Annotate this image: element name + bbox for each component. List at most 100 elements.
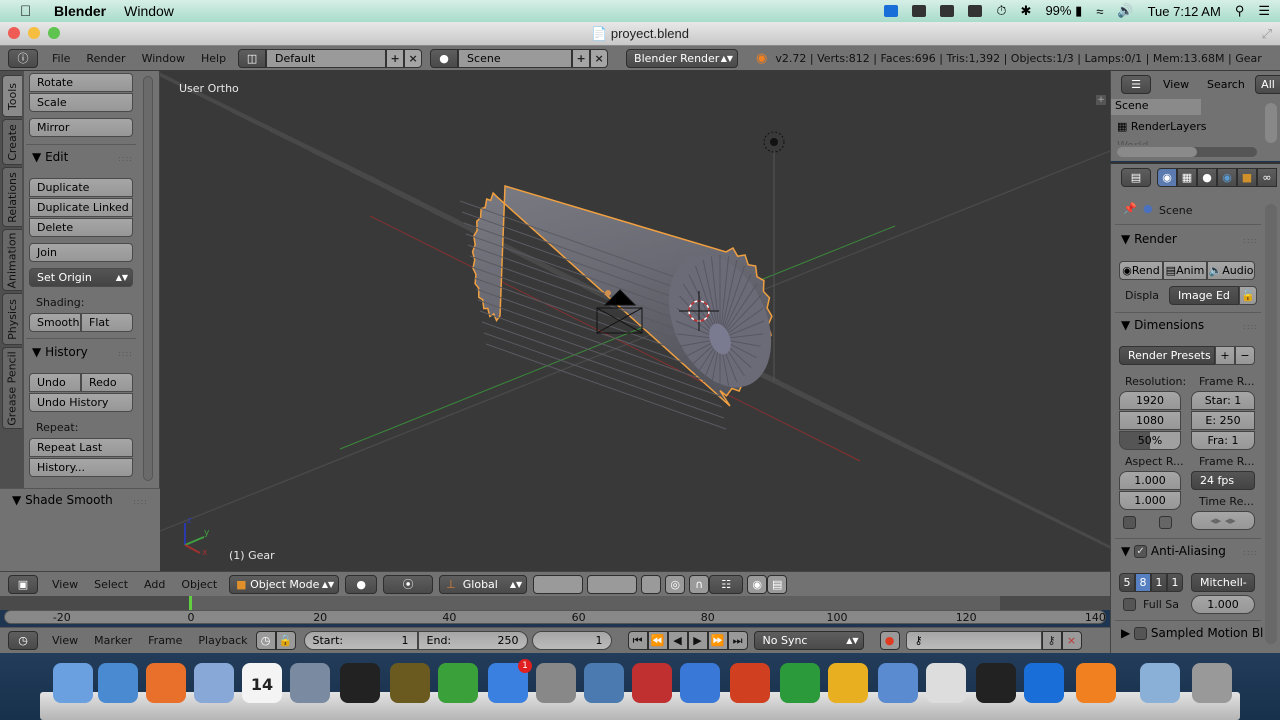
dock-icon-calendar[interactable]: 14 [242, 663, 282, 703]
sync-mode-select[interactable]: No Sync ▲▼ [753, 631, 864, 650]
apple-menu-icon[interactable]:  [20, 3, 36, 20]
scale-button[interactable]: Scale [29, 93, 133, 112]
battery-status[interactable]: 99% ▮ [1045, 3, 1082, 19]
transform-orientation-select[interactable]: ⊥ Global ▲▼ [439, 574, 528, 594]
properties-scrollbar[interactable] [1265, 204, 1277, 644]
timeline-ruler[interactable]: -40-200204060801001201401601802002202402… [4, 610, 1235, 624]
render-panel-header[interactable]: ▼ Render [1121, 232, 1177, 246]
printer-tray-icon[interactable] [940, 5, 955, 17]
scene-icon[interactable]: ● [430, 48, 459, 68]
repeat-last-button[interactable]: Repeat Last [29, 438, 133, 457]
viewport-shading-select[interactable]: ● [345, 574, 378, 594]
mode-select[interactable]: ■ Object Mode ▲▼ [229, 574, 340, 594]
properties-toggle-icon[interactable]: + [1096, 95, 1106, 105]
crop-checkbox[interactable] [1159, 516, 1172, 529]
tab-physics[interactable]: Physics [2, 293, 22, 345]
clock[interactable]: Tue 7:12 AM [1148, 4, 1221, 19]
screen-layout-field[interactable]: Default [266, 48, 387, 68]
scene-field[interactable]: Scene [458, 48, 573, 68]
render-audio-button[interactable]: 🔈 Audio [1207, 261, 1255, 280]
start-frame-field[interactable]: Start: 1 [303, 631, 418, 650]
snap-element-select[interactable]: ☷ [709, 574, 744, 594]
outliner-hscroll[interactable] [1117, 147, 1257, 157]
dock-icon-downloader[interactable] [878, 663, 918, 703]
render-animation-button[interactable]: ▤ Anim [1163, 261, 1207, 280]
outliner-menu-view[interactable]: View [1163, 78, 1189, 91]
tab-tools[interactable]: Tools [2, 75, 22, 117]
dock-icon-app-store[interactable]: 1 [488, 659, 532, 703]
undo-button[interactable]: Undo [29, 373, 81, 392]
delete-scene-button[interactable]: × [590, 48, 609, 68]
dock-icon-printer[interactable] [926, 663, 966, 703]
world-context-tab[interactable]: ◉ [1217, 168, 1237, 187]
pin-icon[interactable]: 📌 [1123, 202, 1137, 215]
dock-icon-2x-client[interactable] [584, 663, 624, 703]
delete-screen-button[interactable]: × [404, 48, 423, 68]
tab-grease-pencil[interactable]: Grease Pencil [2, 347, 22, 429]
wifi-icon[interactable]: ≈ [1096, 4, 1103, 19]
dock-icon-teamviewer[interactable] [1024, 663, 1064, 703]
end-frame-field[interactable]: End: 250 [417, 631, 528, 650]
snap-magnet-icon[interactable]: ∩ [689, 574, 710, 594]
drag-handle-icon[interactable]: :::: [133, 497, 148, 506]
undo-history-button[interactable]: Undo History [29, 393, 133, 412]
join-button[interactable]: Join [29, 243, 133, 262]
aspect-x-field[interactable]: 1.000 [1119, 471, 1181, 490]
dock-icon-radar[interactable] [390, 663, 430, 703]
dock-icon-terminal[interactable] [340, 663, 380, 703]
dock-icon-parallels[interactable] [632, 663, 672, 703]
render-context-tab[interactable]: ◉ [1157, 168, 1177, 187]
spotlight-icon[interactable]: ⚲ [1235, 3, 1245, 19]
frame-end-field[interactable]: E: 250 [1191, 411, 1255, 430]
dock-icon-system-preferences[interactable] [536, 663, 576, 703]
duplicate-button[interactable]: Duplicate [29, 178, 133, 197]
dock-icon-excel[interactable] [780, 663, 820, 703]
jump-end-icon[interactable]: ⏭ [727, 631, 748, 650]
keying-set-field[interactable]: ⚷ [905, 631, 1042, 650]
history-panel-header[interactable]: ▼ History [32, 345, 88, 359]
filter-size-field[interactable]: 1.000 [1191, 595, 1255, 614]
render-animation-icon[interactable]: ▤ [767, 574, 788, 594]
dock-icon-word[interactable] [680, 663, 720, 703]
record-button[interactable]: ● [879, 631, 900, 650]
full-sample-checkbox[interactable] [1123, 598, 1136, 611]
editor-type-properties-button[interactable]: ▤ [1121, 168, 1151, 187]
timeline-menu-marker[interactable]: Marker [94, 634, 132, 647]
dock-icon-trash[interactable] [1192, 663, 1232, 703]
current-frame-marker[interactable] [189, 596, 192, 610]
smooth-button[interactable]: Smooth [29, 313, 81, 332]
add-preset-button[interactable]: + [1215, 346, 1235, 365]
drag-handle-icon[interactable]: :::: [118, 349, 133, 358]
render-presets-select[interactable]: Render Presets [1119, 346, 1215, 365]
constraints-context-tab[interactable]: ∞ [1257, 168, 1277, 187]
remove-preset-button[interactable]: − [1235, 346, 1255, 365]
layers-grid-2[interactable] [587, 574, 638, 594]
add-scene-button[interactable]: + [572, 48, 591, 68]
dock-icon-downloads[interactable] [1140, 663, 1180, 703]
dock-icon-blender[interactable] [1076, 663, 1116, 703]
dock-icon-terminal-2[interactable] [976, 663, 1016, 703]
frame-start-field[interactable]: Star: 1 [1191, 391, 1255, 410]
add-screen-button[interactable]: + [386, 48, 405, 68]
layers-grid-1[interactable] [533, 574, 584, 594]
delete-keyframe-icon[interactable]: × [1061, 631, 1082, 650]
insert-keyframe-icon[interactable]: ⚷ [1041, 631, 1062, 650]
menu-file[interactable]: File [52, 52, 70, 65]
dock-icon-safari[interactable] [98, 663, 138, 703]
editor-type-outliner-button[interactable]: ☰ [1121, 75, 1151, 94]
lock-layers-icon[interactable] [641, 574, 662, 594]
mirror-button[interactable]: Mirror [29, 118, 133, 137]
render-still-button[interactable]: ◉ Rend [1119, 261, 1163, 280]
menu-window[interactable]: Window [142, 52, 185, 65]
toolshelf-scrollbar[interactable] [143, 76, 153, 481]
tab-create[interactable]: Create [2, 119, 22, 165]
menu-render[interactable]: Render [86, 52, 125, 65]
edit-panel-header[interactable]: ▼ Edit [32, 150, 68, 164]
bluetooth-icon[interactable]: ✱ [1021, 3, 1032, 19]
outliner-row-scene[interactable]: Scene [1111, 99, 1201, 115]
menu-add[interactable]: Add [144, 578, 165, 591]
anti-aliasing-panel-header[interactable]: ▼ ✓ Anti-Aliasing [1121, 544, 1226, 558]
3d-viewport[interactable]: z y x User Ortho (1) Gear + [160, 71, 1110, 571]
preview-range-icon[interactable]: ◷ [255, 631, 276, 650]
frame-step-field[interactable]: Fra: 1 [1191, 431, 1255, 450]
